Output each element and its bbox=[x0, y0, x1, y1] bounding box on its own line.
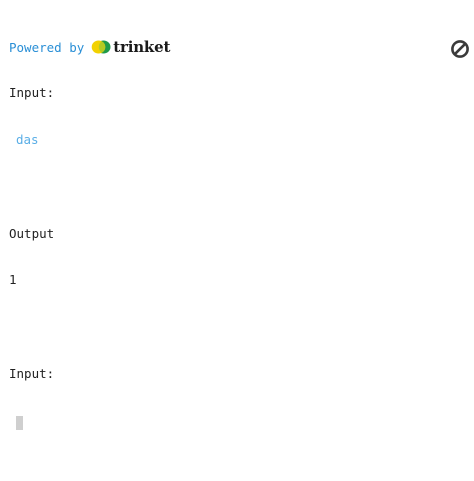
clear-console-button[interactable] bbox=[450, 39, 470, 59]
powered-by-label: Powered by bbox=[9, 39, 85, 55]
input-label: Input: bbox=[9, 85, 55, 101]
no-entry-icon bbox=[451, 40, 469, 58]
input-field[interactable] bbox=[9, 413, 54, 431]
input-label: Input: bbox=[9, 365, 55, 381]
text-cursor bbox=[16, 415, 23, 430]
console-output: Input: das Output 1 Input: bbox=[9, 54, 54, 446]
input-echo: das bbox=[16, 131, 39, 147]
trinket-logo-icon bbox=[91, 40, 111, 54]
output-value: 1 bbox=[9, 272, 17, 288]
trinket-logo-text: trinket bbox=[113, 38, 171, 56]
output-label: Output bbox=[9, 225, 55, 241]
